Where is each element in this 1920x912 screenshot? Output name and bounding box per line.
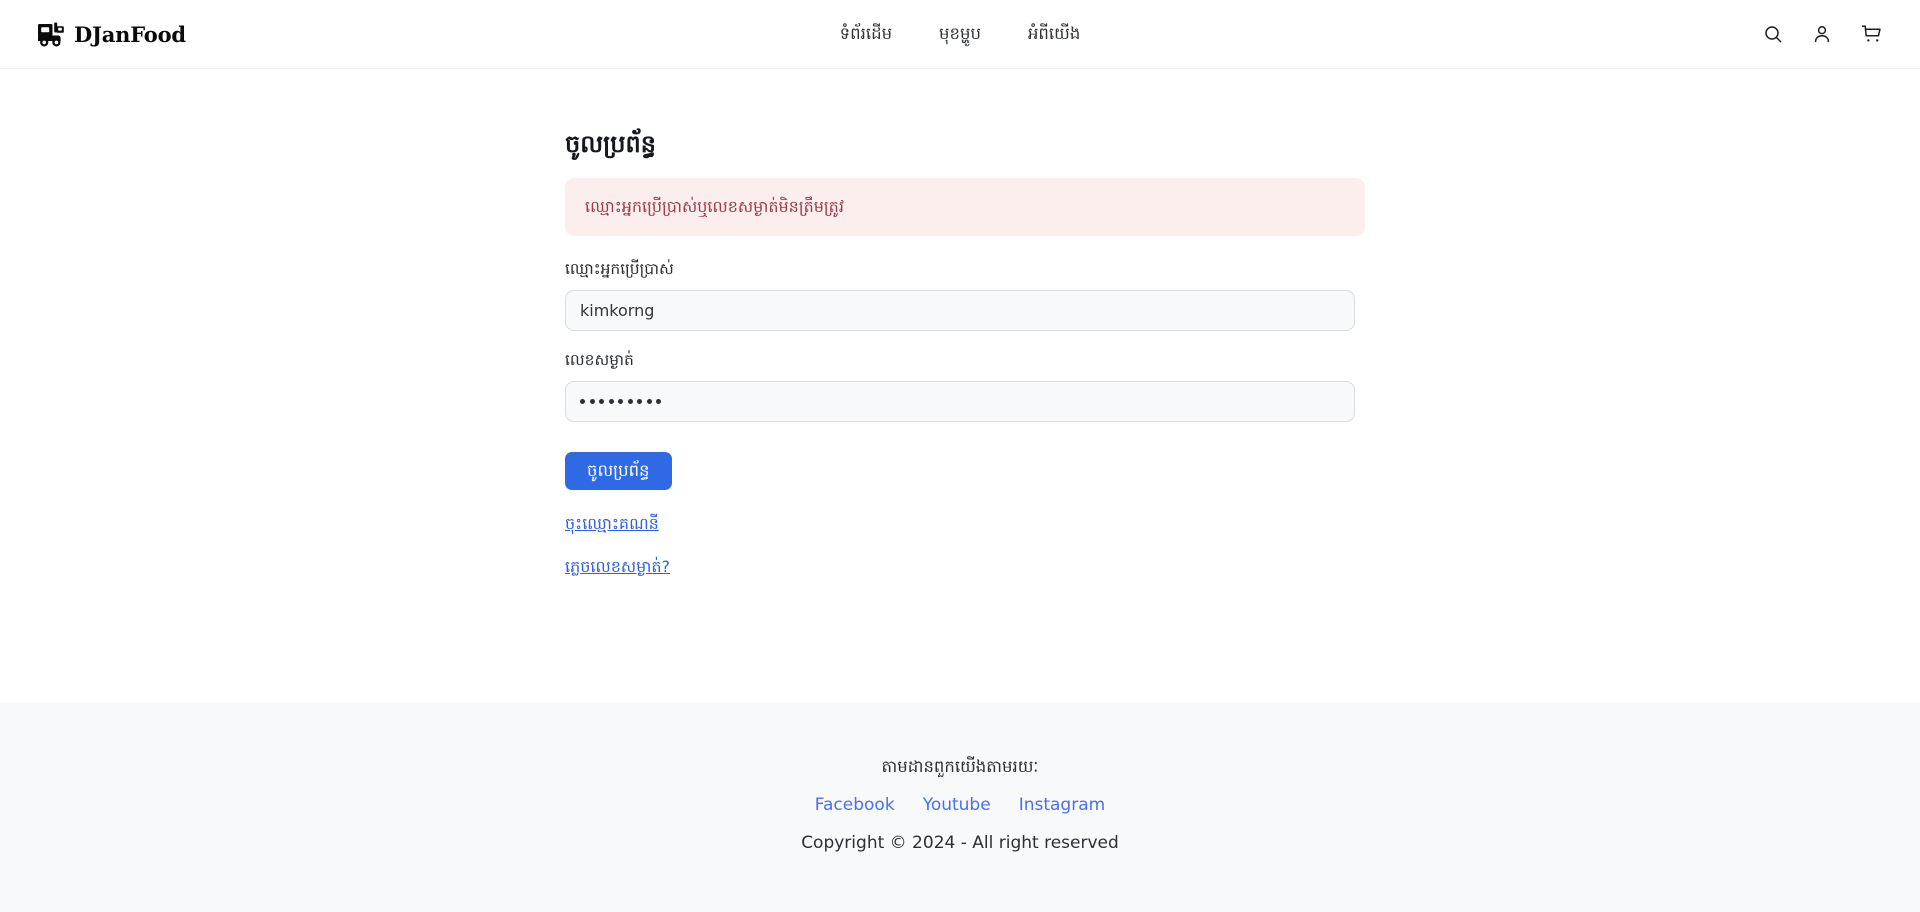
- password-dot: [580, 399, 585, 405]
- username-label: ឈ្មោះអ្នកប្រើប្រាស់: [565, 259, 674, 278]
- site-header: DJanFood ទំព័រដើម មុខម្ហូប អំពីយើង: [0, 0, 1920, 69]
- register-link-row: ចុះឈ្មោះគណនី: [565, 512, 1365, 555]
- password-label: លេខសម្ងាត់: [565, 351, 634, 370]
- password-dot: [618, 399, 623, 405]
- page-title: ចូលប្រព័ន្ធ: [565, 130, 656, 158]
- main-navigation: ទំព័រដើម មុខម្ហូប អំពីយើង: [840, 20, 1081, 48]
- footer-heading: តាមដានពួកយើងតាមរយៈ: [881, 757, 1039, 776]
- register-account-link[interactable]: ចុះឈ្មោះគណនី: [565, 512, 659, 536]
- password-field-group: លេខសម្ងាត់: [565, 349, 1365, 423]
- password-dot: [637, 399, 642, 405]
- header-actions: [1762, 23, 1882, 45]
- nav-item-menu[interactable]: មុខម្ហូប: [939, 20, 981, 48]
- social-links: Facebook Youtube Instagram: [815, 794, 1105, 818]
- page-root: DJanFood ទំព័រដើម មុខម្ហូប អំពីយើង ចូលប្…: [0, 0, 1920, 912]
- brand-name: DJanFood: [74, 21, 186, 47]
- username-field-group: ឈ្មោះអ្នកប្រើប្រាស់: [565, 258, 1365, 332]
- password-dot: [589, 399, 595, 405]
- main-content: ចូលប្រព័ន្ធ ឈ្មោះអ្នកប្រើប្រាស់ឬលេខសម្ងា…: [0, 69, 1920, 703]
- nav-item-about[interactable]: អំពីយើង: [1028, 20, 1080, 48]
- social-link-instagram[interactable]: Instagram: [1019, 794, 1106, 818]
- nav-item-home[interactable]: ទំព័រដើម: [840, 20, 892, 48]
- login-submit-button[interactable]: ចូលប្រព័ន្ធ: [565, 452, 672, 491]
- password-dot: [599, 399, 604, 405]
- delivery-truck-icon: [38, 22, 65, 47]
- search-icon[interactable]: [1762, 23, 1784, 45]
- password-dot: [646, 399, 652, 405]
- social-link-facebook[interactable]: Facebook: [815, 794, 895, 818]
- login-form-container: ចូលប្រព័ន្ធ ឈ្មោះអ្នកប្រើប្រាស់ឬលេខសម្ងា…: [565, 127, 1365, 579]
- brand-logo[interactable]: DJanFood: [38, 22, 186, 47]
- shopping-cart-icon[interactable]: [1860, 23, 1882, 45]
- password-dot: [608, 399, 614, 405]
- copyright-text: Copyright © 2024 - All right reserved: [801, 832, 1119, 853]
- password-dot: [627, 399, 633, 405]
- username-input[interactable]: [565, 290, 1355, 332]
- form-links: ចុះឈ្មោះគណនី ភ្លេចលេខសម្ងាត់?: [565, 512, 1365, 579]
- login-error-alert: ឈ្មោះអ្នកប្រើប្រាស់ឬលេខសម្ងាត់មិនត្រឹមត្…: [565, 177, 1365, 236]
- forgot-password-link[interactable]: ភ្លេចលេខសម្ងាត់?: [565, 555, 670, 579]
- password-dot: [656, 399, 661, 405]
- social-link-youtube[interactable]: Youtube: [923, 794, 991, 818]
- user-account-icon[interactable]: [1811, 23, 1833, 45]
- password-input[interactable]: [565, 381, 1355, 423]
- site-footer: តាមដានពួកយើងតាមរយៈ Facebook Youtube Inst…: [0, 703, 1920, 912]
- password-masked-dots: [580, 399, 661, 405]
- forgot-link-row: ភ្លេចលេខសម្ងាត់?: [565, 555, 1365, 579]
